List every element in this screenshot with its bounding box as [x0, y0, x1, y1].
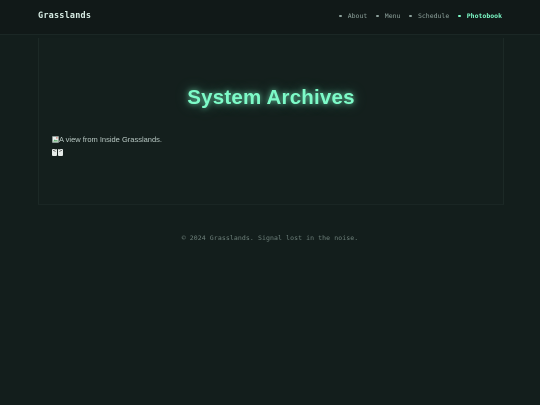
nav-item-label: Schedule	[417, 12, 450, 20]
nav-dot-icon	[376, 14, 379, 18]
nav-item-label: Photobook	[466, 12, 502, 20]
nav-item-label: About	[347, 12, 368, 20]
nav-dot-icon	[409, 14, 412, 18]
nav-item-menu[interactable]: Menu	[376, 12, 400, 20]
carousel-prev-button[interactable]: <	[52, 149, 57, 156]
page-title: System Archives	[187, 86, 355, 109]
nav-dot-icon	[339, 14, 342, 18]
nav-item-about[interactable]: About	[339, 12, 367, 20]
brand-logo-text[interactable]: Grasslands	[38, 11, 91, 21]
carousel-image: A view from Inside Grasslands.	[52, 135, 162, 144]
main-nav: About Menu Schedule Photobook	[330, 12, 502, 20]
nav-item-schedule[interactable]: Schedule	[409, 12, 449, 20]
broken-image-icon	[52, 136, 59, 143]
nav-item-label: Menu	[384, 12, 401, 20]
site-header: Grasslands About Menu Schedule Photobook	[0, 0, 540, 35]
image-alt-text: A view from Inside Grasslands.	[59, 135, 162, 144]
site-footer: © 2024 Grasslands. Signal lost in the no…	[181, 234, 359, 242]
nav-item-photobook[interactable]: Photobook	[458, 12, 502, 20]
carousel-controls: < >	[52, 149, 63, 156]
carousel-next-button[interactable]: >	[58, 149, 63, 156]
nav-dot-icon	[458, 14, 461, 18]
archives-panel: System Archives A view from Inside Grass…	[38, 38, 504, 205]
